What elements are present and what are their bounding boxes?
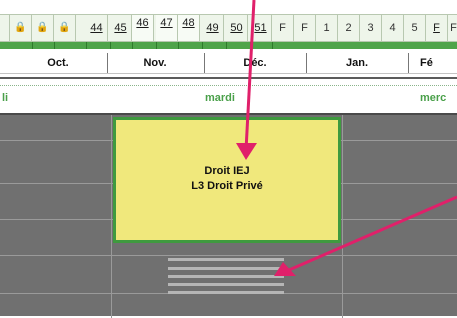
- arrowhead: [236, 143, 257, 160]
- annotation-arrow: [288, 195, 457, 272]
- annotation-arrow: [244, 0, 256, 151]
- annotation-arrows: [236, 0, 457, 276]
